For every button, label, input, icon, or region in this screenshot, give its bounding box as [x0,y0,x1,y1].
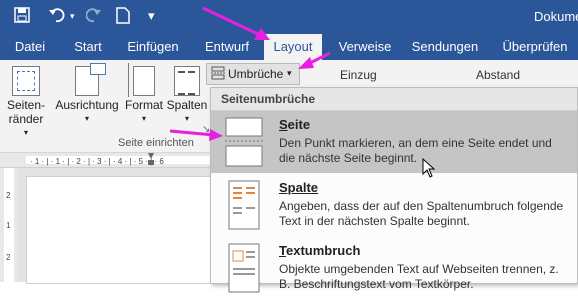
tab-ueberpruefen[interactable]: Überprüfen [496,34,574,60]
redo-icon [85,7,102,27]
chevron-down-icon: ▾ [84,114,89,123]
menu-item-title: Spalte [279,180,319,195]
size-button[interactable]: Format ▾ [122,63,166,126]
columns-button[interactable]: Spalten ▾ [166,66,208,126]
document-page[interactable] [26,176,212,284]
tab-entwurf[interactable]: Entwurf [198,34,256,60]
orientation-label: Ausrichtung [55,98,119,112]
page-break-icon [225,117,263,167]
ribbon-tabs: Datei Start Einfügen Entwurf Layout Verw… [0,34,578,60]
tab-verweise[interactable]: Verweise [336,34,394,60]
breaks-button[interactable]: Umbrüche ▾ [206,63,300,85]
margins-button[interactable]: Seiten- ränder ▾ [4,66,48,140]
undo-icon[interactable] [48,7,66,27]
document-title: Dokume [534,9,578,24]
tab-datei[interactable]: Datei [8,34,52,60]
tab-sendungen[interactable]: Sendungen [408,34,482,60]
chevron-down-icon: ▾ [141,114,146,123]
columns-label: Spalten [166,98,208,112]
indent-label: Einzug [340,68,377,82]
svg-text:1: 1 [6,221,11,230]
group-label-page-setup: Seite einrichten [118,137,194,149]
column-break-icon [225,180,263,230]
svg-text:2: 2 [6,191,11,200]
menu-item-description: Den Punkt markieren, an dem eine Seite e… [279,136,552,165]
tab-layout[interactable]: Layout [264,34,322,60]
page-breaks-header: Seitenumbrüche [221,92,316,106]
undo-dropdown-icon[interactable]: ▾ [70,7,75,25]
orientation-icon [75,63,106,96]
chevron-down-icon: ▾ [287,68,292,78]
menu-item-description: Angeben, dass der auf den Spaltenumbruch… [279,199,564,228]
menu-item-description: Objekte umgebenden Text auf Webseiten tr… [279,262,559,291]
svg-text:· 1 · | · 1 · | · 2 · | · 3 ·: · 1 · | · 1 · | · 2 · | · 3 · | · 4 · | … [30,157,164,166]
tab-start[interactable]: Start [66,34,110,60]
horizontal-ruler[interactable]: · 1 · | · 1 · | · 2 · | · 3 · | · 4 · | … [0,153,210,168]
svg-text:2: 2 [6,253,11,262]
new-document-icon[interactable] [116,7,130,28]
menu-item-title: Seite [279,117,311,132]
menu-item-page-break[interactable]: Seite Den Punkt markieren, an dem eine S… [211,111,577,173]
menu-item-title: Textumbruch [279,243,361,258]
margins-label-line2: ränder [8,112,44,126]
text-wrapping-icon [225,243,263,293]
save-icon[interactable] [14,7,30,27]
margins-label-line1: Seiten- [6,98,46,112]
breaks-menu: Seitenumbrüche Seite Den Punkt markieren… [210,87,578,293]
orientation-button[interactable]: Ausrichtung ▾ [54,63,120,126]
size-label: Format [124,98,163,112]
title-bar: ▾ ▾ Dokume [0,0,578,34]
chevron-down-icon: ▾ [23,128,28,137]
menu-item-column-break[interactable]: Spalte Angeben, dass der auf den Spalten… [211,174,577,236]
breaks-label: Umbrüche [228,67,284,81]
page-size-icon [128,63,155,97]
spacing-label: Abstand [476,68,521,82]
margins-icon [12,66,40,96]
menu-section-header: Seitenumbrüche [211,88,577,111]
tab-einfuegen[interactable]: Einfügen [122,34,184,60]
breaks-icon [211,66,225,83]
customize-toolbar-icon[interactable]: ▾ [148,7,155,25]
vertical-ruler[interactable]: 2 1 2 [0,168,18,282]
columns-icon [174,66,200,96]
menu-item-text-wrapping-break[interactable]: Textumbruch Objekte umgebenden Text auf … [211,237,577,299]
